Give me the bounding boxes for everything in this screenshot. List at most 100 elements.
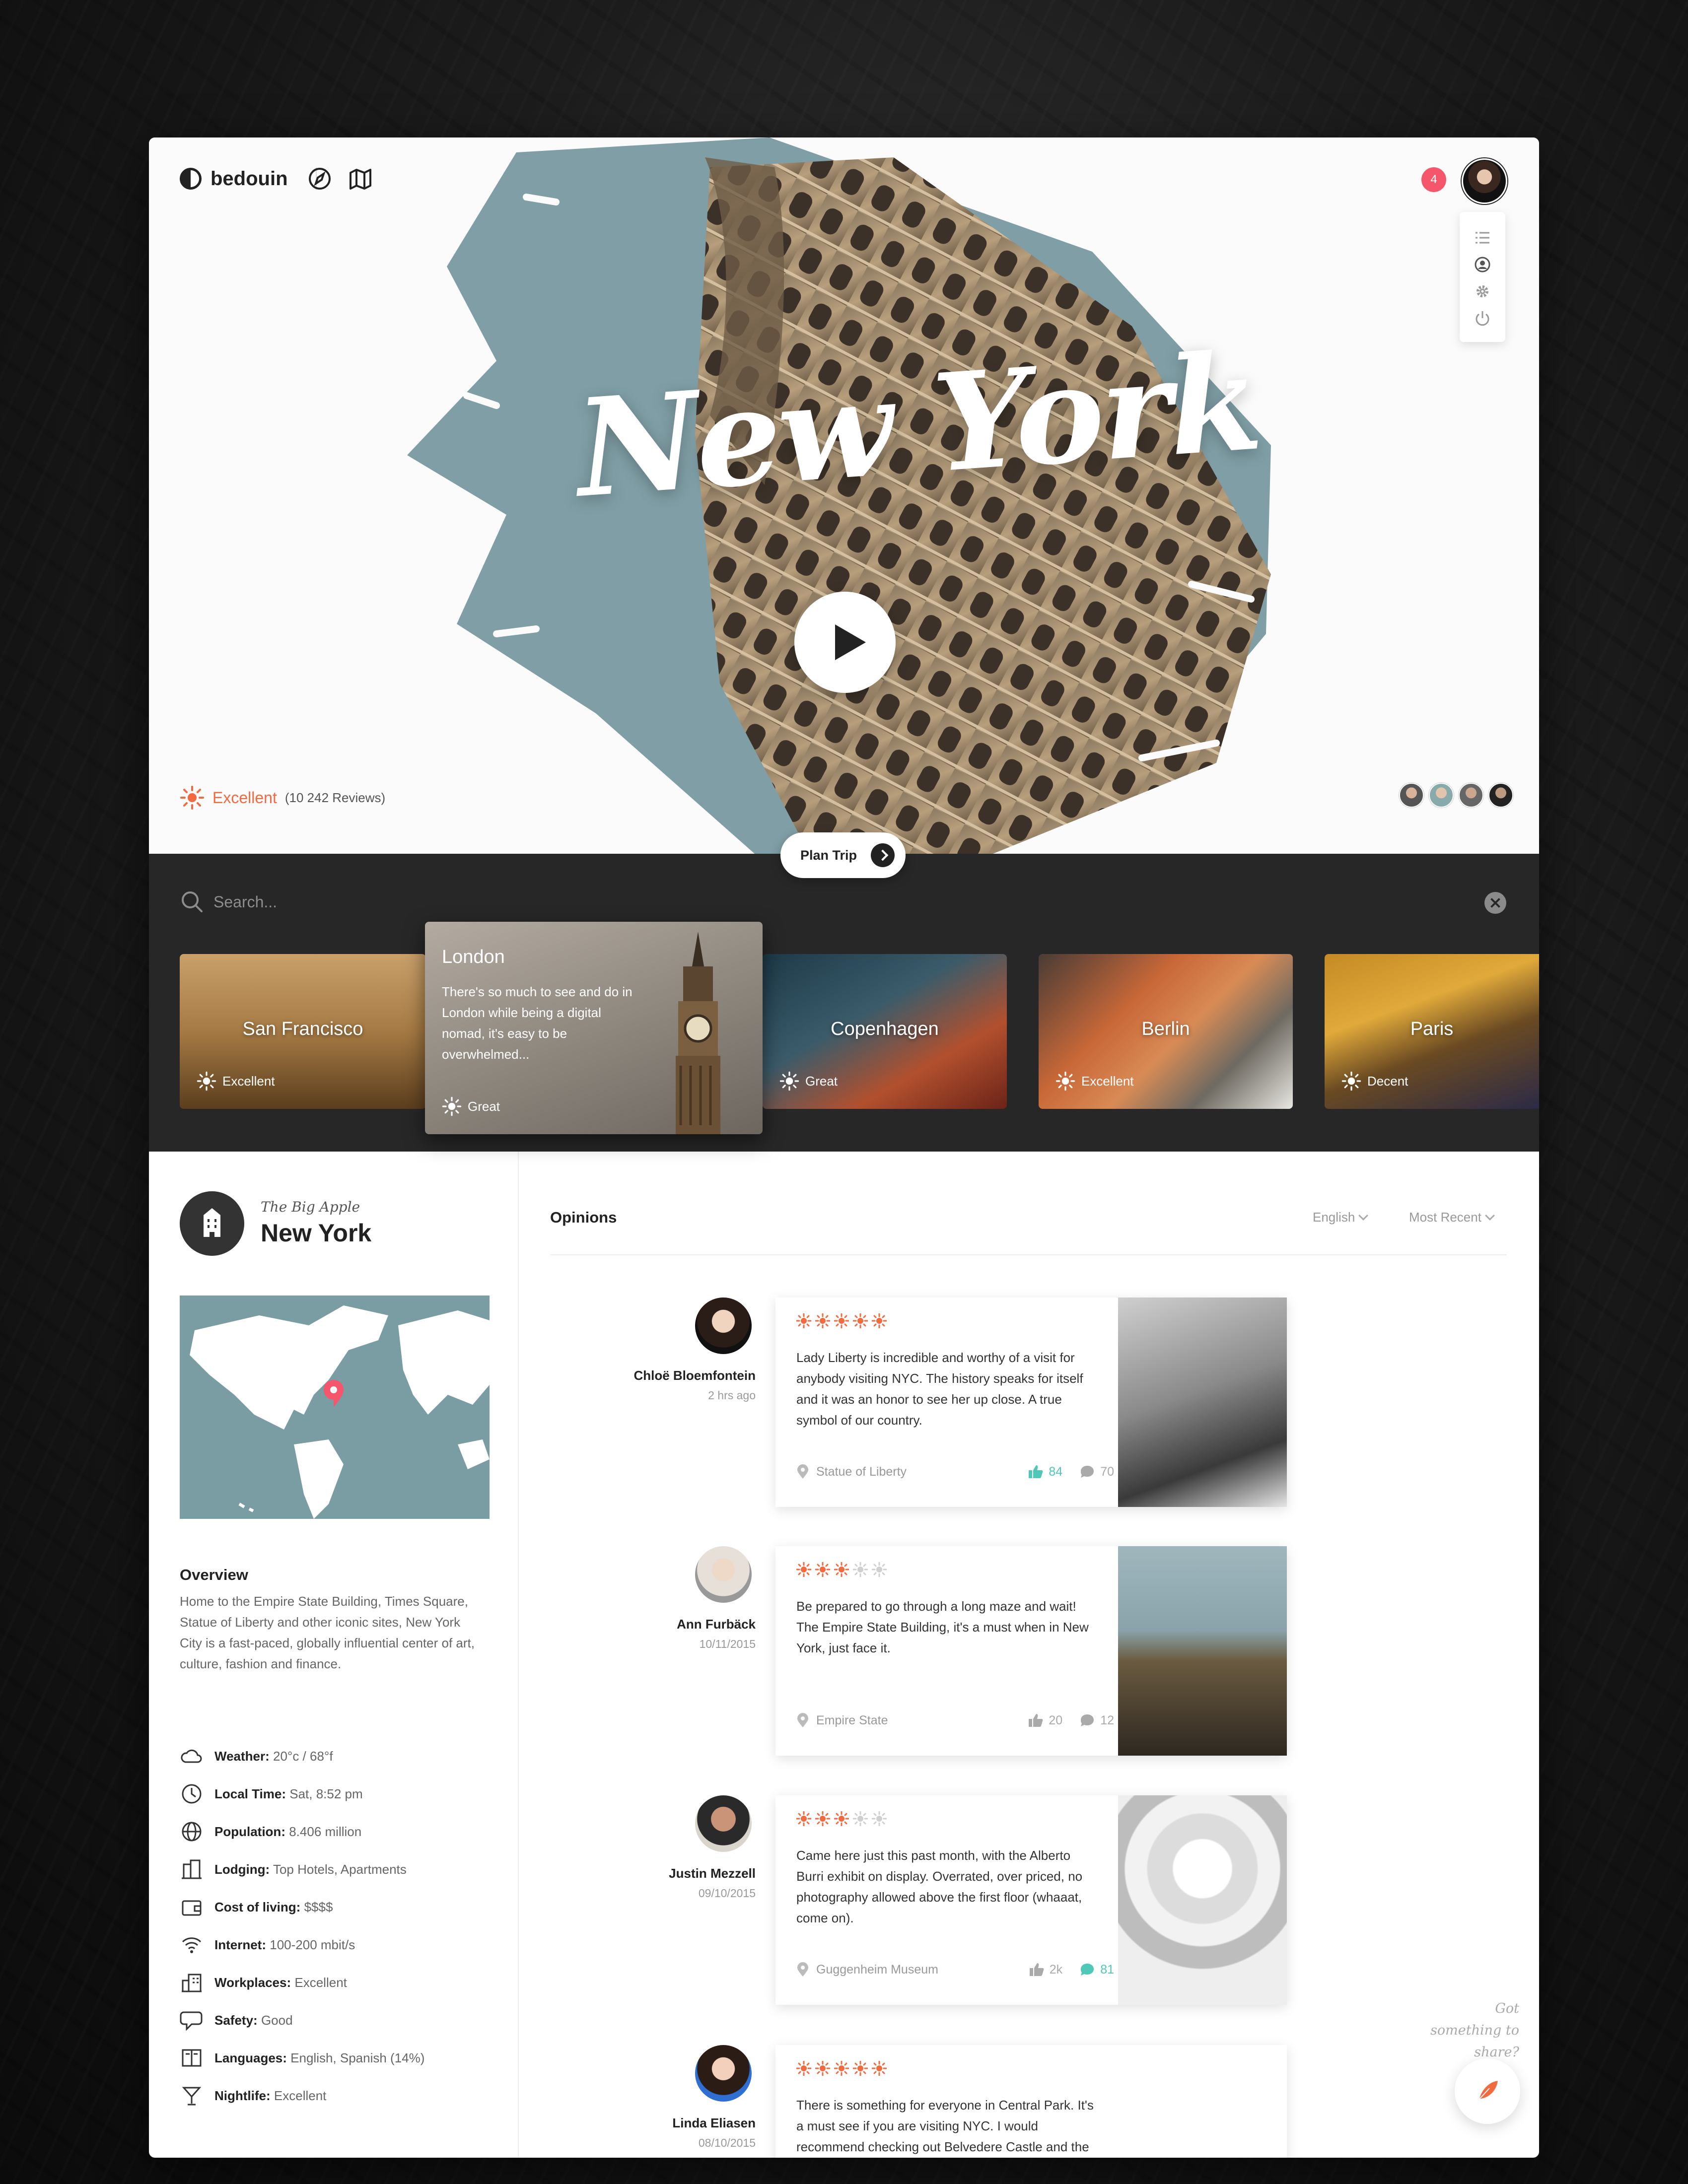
globe-icon (182, 1822, 202, 1842)
search-bar[interactable]: Search... (180, 889, 277, 914)
location-label: Statue of Liberty (816, 1464, 907, 1479)
comment-icon (1081, 1964, 1094, 1976)
fact-value: Excellent (274, 2088, 327, 2103)
review-footer: Empire State 20 12 (796, 1713, 1114, 1728)
avatar[interactable] (1399, 783, 1424, 808)
star-icon (853, 2061, 868, 2076)
power-icon[interactable] (1473, 308, 1492, 328)
share-prompt: Got something to share? (1430, 2001, 1519, 2060)
fact-key: Internet: (214, 1937, 266, 1952)
gear-icon[interactable] (1473, 281, 1492, 301)
reviewer-name[interactable]: Linda Eliasen (672, 2116, 756, 2131)
visitor-avatars[interactable] (1399, 783, 1513, 808)
comment-button[interactable]: 12 (1079, 1713, 1114, 1728)
city-name: New York (261, 1219, 372, 1247)
star-icon (815, 2061, 830, 2076)
map-icon[interactable] (348, 166, 373, 192)
user-avatar[interactable] (1462, 158, 1507, 204)
destination-card-london[interactable]: London There's so much to see and do in … (425, 922, 763, 1134)
thumbs-up-icon (1029, 1465, 1043, 1478)
review-photo[interactable] (1118, 1546, 1287, 1756)
destination-card-berlin[interactable]: Berlin Excellent (1039, 954, 1293, 1109)
fact-key: Local Time: (214, 1786, 286, 1801)
search-input[interactable]: Search... (213, 893, 277, 911)
fact-value: English, Spanish (14%) (290, 2050, 425, 2065)
opinions-heading: Opinions (550, 1209, 617, 1226)
review-location[interactable]: Statue of Liberty (796, 1464, 1011, 1479)
compose-button[interactable] (1455, 2058, 1520, 2124)
review-text: Be prepared to go through a long maze an… (796, 1599, 1089, 1655)
review-date: 09/10/2015 (698, 1887, 756, 1900)
reviewer-avatar[interactable] (695, 1546, 752, 1603)
brand[interactable]: bedouin (180, 167, 317, 190)
like-button[interactable]: 2k (1029, 1962, 1062, 1977)
destination-card-san-francisco[interactable]: San Francisco Excellent (180, 954, 426, 1109)
avatar[interactable] (1429, 783, 1454, 808)
reviewer-name[interactable]: Justin Mezzell (669, 1866, 756, 1881)
clear-search-button[interactable] (1484, 892, 1506, 914)
chevron-down-icon (1358, 1210, 1369, 1221)
review-card[interactable]: Came here just this past month, with the… (775, 1795, 1287, 2005)
fact-value: Sat, 8:52 pm (289, 1786, 363, 1801)
review-card[interactable]: There is something for everyone in Centr… (775, 2045, 1287, 2158)
destination-card-copenhagen[interactable]: Copenhagen Great (763, 954, 1007, 1109)
reviewer-avatar[interactable] (695, 1795, 752, 1852)
sort-value: Most Recent (1409, 1210, 1481, 1225)
review-photo[interactable] (1118, 1795, 1287, 2005)
like-button[interactable]: 20 (1028, 1713, 1062, 1728)
hero-section: bedouin 4 New York Excellent (10 242 Rev… (149, 137, 1539, 854)
star-icon (853, 1562, 868, 1577)
sun-icon (197, 1071, 216, 1091)
comment-count: 70 (1100, 1464, 1114, 1479)
star-icon (796, 2061, 811, 2076)
comment-button[interactable]: 70 (1079, 1464, 1114, 1479)
star-icon (834, 1562, 849, 1577)
like-button[interactable]: 84 (1028, 1464, 1062, 1479)
destination-rating: Excellent (197, 1071, 275, 1091)
like-count: 2k (1049, 1962, 1063, 1977)
cocktail-icon (182, 2087, 202, 2106)
comment-icon (1081, 1466, 1094, 1478)
play-video-button[interactable] (794, 592, 896, 693)
language-dropdown[interactable]: English (1313, 1210, 1369, 1225)
city-facts: Weather: 20°c / 68°f Local Time: Sat, 8:… (180, 1737, 424, 2115)
rating-label: Great (805, 1073, 838, 1089)
destination-description: There's so much to see and do in London … (442, 984, 633, 1062)
like-count: 20 (1049, 1713, 1063, 1727)
star-icon (796, 1811, 811, 1826)
comment-button[interactable]: 81 (1079, 1962, 1114, 1977)
comment-icon (1081, 1714, 1094, 1726)
review-footer: Statue of Liberty 84 70 (796, 1464, 1114, 1479)
notification-badge[interactable]: 4 (1421, 167, 1446, 192)
review-card[interactable]: Lady Liberty is incredible and worthy of… (775, 1297, 1287, 1507)
destination-rating: Excellent (1055, 1071, 1134, 1091)
world-map[interactable] (180, 1296, 490, 1519)
thumbs-up-icon (1029, 1963, 1044, 1976)
chevron-down-icon (1485, 1210, 1495, 1221)
weather-icon (181, 1749, 202, 1763)
safety-icon (180, 2011, 203, 2031)
fact-key: Lodging: (214, 1861, 270, 1877)
sun-icon (180, 786, 204, 810)
sort-dropdown[interactable]: Most Recent (1409, 1210, 1495, 1225)
reviewer-avatar[interactable] (695, 1297, 752, 1354)
reviewer-name[interactable]: Ann Furbäck (677, 1617, 756, 1632)
destination-name: Copenhagen (831, 1019, 939, 1039)
fact-lodging: Lodging: Top Hotels, Apartments (180, 1850, 424, 1888)
avatar[interactable] (1459, 783, 1483, 808)
user-icon[interactable] (1473, 255, 1492, 274)
review-location[interactable]: Empire State (796, 1713, 1011, 1728)
plan-trip-button[interactable]: Plan Trip (780, 832, 906, 878)
review-location[interactable]: Guggenheim Museum (796, 1962, 1012, 1977)
review-card[interactable]: Be prepared to go through a long maze an… (775, 1546, 1287, 1756)
list-icon[interactable] (1473, 228, 1492, 248)
avatar[interactable] (1488, 783, 1513, 808)
fact-local-time: Local Time: Sat, 8:52 pm (180, 1775, 424, 1813)
review-photo[interactable] (1118, 1297, 1287, 1507)
compass-icon[interactable] (307, 166, 333, 192)
reviewer-avatar[interactable] (695, 2045, 752, 2102)
reviewer-name[interactable]: Chloë Bloemfontein (633, 1368, 756, 1383)
destination-card-paris[interactable]: Paris Decent (1325, 954, 1539, 1109)
fact-internet: Internet: 100-200 mbit/s (180, 1926, 424, 1964)
star-icon (796, 1313, 811, 1328)
